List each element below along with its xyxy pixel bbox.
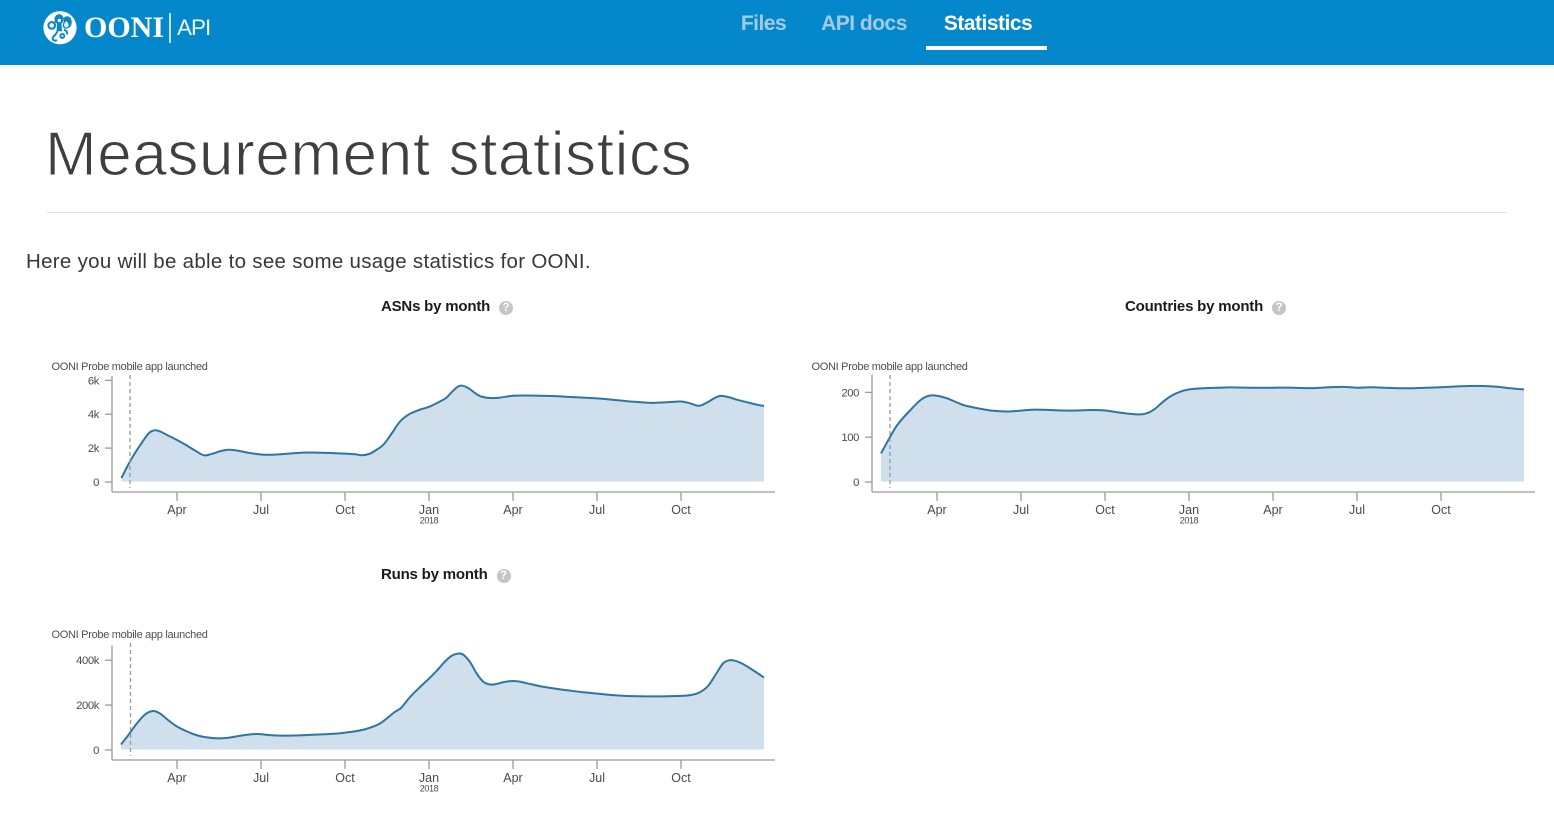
svg-text:Oct: Oct <box>671 771 691 785</box>
svg-text:Apr: Apr <box>1263 503 1282 517</box>
svg-text:6k: 6k <box>88 375 100 387</box>
svg-text:2018: 2018 <box>1180 515 1199 525</box>
svg-text:Jul: Jul <box>253 771 269 785</box>
svg-text:Oct: Oct <box>1431 503 1451 517</box>
svg-text:Apr: Apr <box>927 503 946 517</box>
svg-text:2018: 2018 <box>420 515 439 525</box>
svg-text:Jul: Jul <box>589 503 605 517</box>
svg-text:Apr: Apr <box>167 503 186 517</box>
svg-text:Jul: Jul <box>589 771 605 785</box>
svg-text:Apr: Apr <box>167 771 186 785</box>
svg-text:0: 0 <box>93 745 99 757</box>
svg-text:200: 200 <box>841 387 859 399</box>
svg-text:0: 0 <box>853 477 859 489</box>
svg-text:Oct: Oct <box>1095 503 1115 517</box>
svg-text:Jul: Jul <box>1349 503 1365 517</box>
svg-text:Oct: Oct <box>671 503 691 517</box>
svg-text:400k: 400k <box>76 655 100 667</box>
svg-text:0: 0 <box>93 477 99 489</box>
svg-text:2k: 2k <box>88 443 100 455</box>
svg-text:Jul: Jul <box>253 503 269 517</box>
svg-text:200k: 200k <box>76 700 100 712</box>
svg-text:100: 100 <box>841 432 859 444</box>
svg-text:4k: 4k <box>88 409 100 421</box>
svg-text:Apr: Apr <box>503 771 522 785</box>
svg-text:Apr: Apr <box>503 503 522 517</box>
svg-text:Jul: Jul <box>1013 503 1029 517</box>
svg-text:Oct: Oct <box>335 771 355 785</box>
svg-text:Oct: Oct <box>335 503 355 517</box>
svg-text:2018: 2018 <box>420 783 439 793</box>
